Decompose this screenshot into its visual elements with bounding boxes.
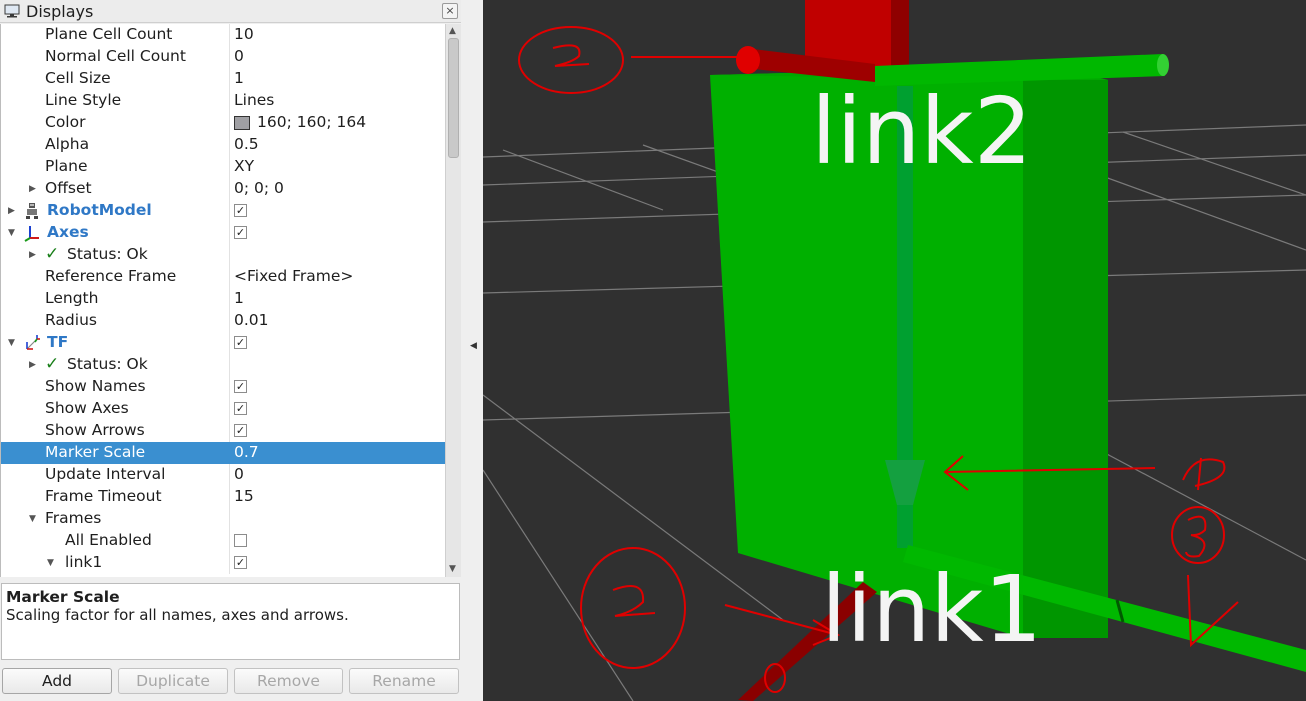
collapse-arrow-icon[interactable]: ▼ <box>47 557 57 569</box>
tree-row-alpha[interactable]: Alpha 0.5 <box>1 134 445 156</box>
add-button[interactable]: Add <box>2 668 112 694</box>
remove-button[interactable]: Remove <box>234 668 343 694</box>
displays-panel: Displays × Plane Cell Count 10 Normal Ce… <box>0 0 461 701</box>
tree-row-length[interactable]: Length 1 <box>1 288 445 310</box>
tree-row-update-interval[interactable]: Update Interval 0 <box>1 464 445 486</box>
collapse-arrow-icon[interactable]: ▼ <box>8 227 18 239</box>
annotation-digit-right <box>1185 515 1207 558</box>
tree-row-radius[interactable]: Radius 0.01 <box>1 310 445 332</box>
scroll-up-icon[interactable]: ▲ <box>449 26 456 36</box>
tree-row-line-style[interactable]: Line Style Lines <box>1 90 445 112</box>
close-icon[interactable]: × <box>442 3 458 19</box>
tree-row-show-names[interactable]: Show Names ✓ <box>1 376 445 398</box>
duplicate-button[interactable]: Duplicate <box>118 668 228 694</box>
annotation-digit-upper <box>552 44 590 67</box>
tf-icon <box>24 334 40 352</box>
collapse-left-icon[interactable]: ◀ <box>470 341 477 351</box>
tree-row-plane-cell-count[interactable]: Plane Cell Count 10 <box>1 24 445 46</box>
tree-row-link1[interactable]: ▼ link1 ✓ <box>1 552 445 574</box>
tree-row-cell-size[interactable]: Cell Size 1 <box>1 68 445 90</box>
link2-upper-box-side <box>891 0 909 72</box>
tree-row-robotmodel[interactable]: ▶ RobotModel ✓ <box>1 200 445 222</box>
show-arrows-checkbox[interactable]: ✓ <box>234 424 247 437</box>
color-swatch[interactable] <box>234 116 250 130</box>
robot-icon <box>24 202 40 220</box>
link1-box-side <box>1023 80 1108 638</box>
tree-row-axes[interactable]: ▼ Axes ✓ <box>1 222 445 244</box>
tree-row-axes-status[interactable]: ▶ ✓ Status: Ok <box>1 244 445 266</box>
scrollbar-thumb[interactable] <box>448 38 459 158</box>
expand-arrow-icon[interactable]: ▶ <box>29 249 39 261</box>
properties-tree[interactable]: Plane Cell Count 10 Normal Cell Count 0 … <box>0 24 445 577</box>
expand-arrow-icon[interactable]: ▶ <box>29 359 39 371</box>
tree-row-color[interactable]: Color 160; 160; 164 <box>1 112 445 134</box>
collapse-arrow-icon[interactable]: ▼ <box>29 513 39 525</box>
tree-row-frame-timeout[interactable]: Frame Timeout 15 <box>1 486 445 508</box>
expand-arrow-icon[interactable]: ▶ <box>8 205 18 217</box>
tree-row-all-enabled[interactable]: All Enabled <box>1 530 445 552</box>
tree-row-normal-cell-count[interactable]: Normal Cell Count 0 <box>1 46 445 68</box>
property-description: Marker Scale Scaling factor for all name… <box>1 583 460 660</box>
tree-scrollbar[interactable]: ▲ ▼ <box>445 24 461 577</box>
link2-frame-label: link2 <box>811 78 1033 185</box>
monitor-icon <box>4 4 20 18</box>
link1-frame-label: link1 <box>821 556 1043 663</box>
enable-checkbox[interactable]: ✓ <box>234 204 247 217</box>
annotation-digit-middle <box>1182 457 1226 491</box>
axes-icon <box>24 224 40 242</box>
expand-arrow-icon[interactable]: ▶ <box>29 183 39 195</box>
tree-row-offset[interactable]: ▶ Offset 0; 0; 0 <box>1 178 445 200</box>
show-axes-checkbox[interactable]: ✓ <box>234 402 247 415</box>
link1-checkbox[interactable]: ✓ <box>234 556 247 569</box>
tree-row-reference-frame[interactable]: Reference Frame <Fixed Frame> <box>1 266 445 288</box>
tree-row-frames[interactable]: ▼ Frames <box>1 508 445 530</box>
green-axis-upper-cap <box>1157 54 1169 76</box>
enable-checkbox[interactable]: ✓ <box>234 336 247 349</box>
tree-row-marker-scale[interactable]: Marker Scale 0.7 <box>1 442 445 464</box>
description-text: Scaling factor for all names, axes and a… <box>6 606 349 624</box>
status-ok-icon: ✓ <box>45 244 60 264</box>
panel-title: Displays <box>26 2 94 21</box>
all-enabled-checkbox[interactable] <box>234 534 247 547</box>
annotation-digit-lower <box>612 585 656 617</box>
annotation-circle-lower <box>580 547 686 669</box>
enable-checkbox[interactable]: ✓ <box>234 226 247 239</box>
status-ok-icon: ✓ <box>45 354 60 374</box>
tree-row-show-arrows[interactable]: Show Arrows ✓ <box>1 420 445 442</box>
description-title: Marker Scale <box>6 588 120 606</box>
render-view[interactable]: link2 link1 <box>483 0 1306 701</box>
red-axis-upper-cap <box>736 46 760 74</box>
scroll-down-icon[interactable]: ▼ <box>449 564 456 574</box>
show-names-checkbox[interactable]: ✓ <box>234 380 247 393</box>
tree-row-tf-status[interactable]: ▶ ✓ Status: Ok <box>1 354 445 376</box>
panel-splitter[interactable]: ◀ <box>461 0 483 701</box>
collapse-arrow-icon[interactable]: ▼ <box>8 337 18 349</box>
tree-row-show-axes[interactable]: Show Axes ✓ <box>1 398 445 420</box>
tree-row-plane[interactable]: Plane XY <box>1 156 445 178</box>
tree-row-tf[interactable]: ▼ TF ✓ <box>1 332 445 354</box>
panel-titlebar: Displays × <box>0 0 461 23</box>
rename-button[interactable]: Rename <box>349 668 459 694</box>
